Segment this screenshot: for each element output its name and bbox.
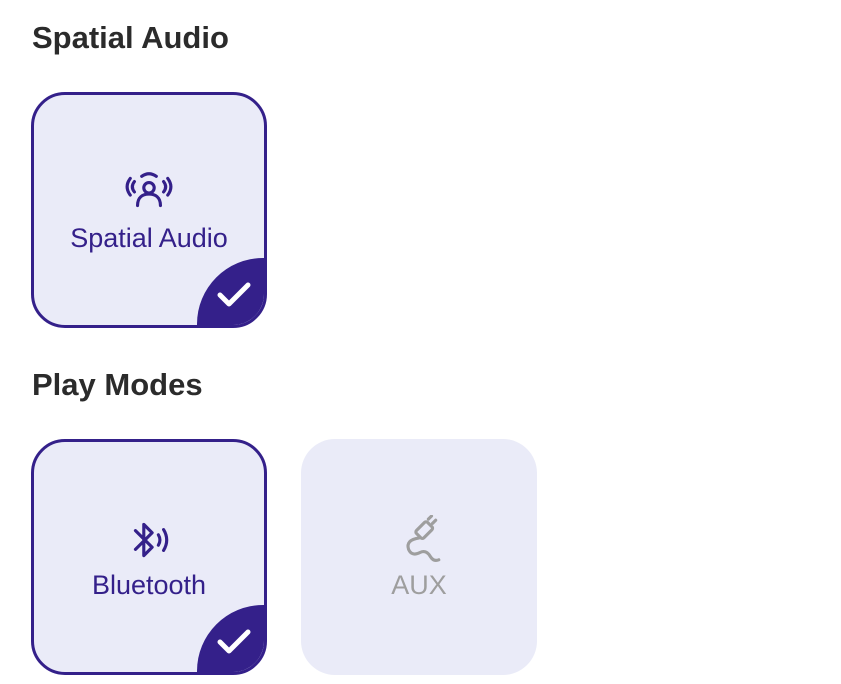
spatial-audio-option[interactable]: Spatial Audio: [31, 92, 267, 328]
checkmark-icon: [217, 282, 251, 307]
play-modes-heading: Play Modes: [32, 367, 203, 402]
spatial-audio-icon: [125, 172, 173, 208]
bluetooth-audio-icon: [133, 522, 169, 558]
aux-cable-icon: [406, 515, 441, 562]
bluetooth-option[interactable]: Bluetooth: [31, 439, 267, 675]
bluetooth-label: Bluetooth: [91, 570, 207, 600]
checkmark-icon: [217, 629, 251, 654]
selected-badge: [197, 605, 264, 672]
selected-badge: [197, 258, 264, 325]
aux-label: AUX: [391, 570, 447, 600]
spatial-audio-label: Spatial Audio: [70, 223, 228, 253]
aux-option[interactable]: AUX: [301, 439, 537, 675]
spatial-audio-heading: Spatial Audio: [32, 20, 229, 55]
